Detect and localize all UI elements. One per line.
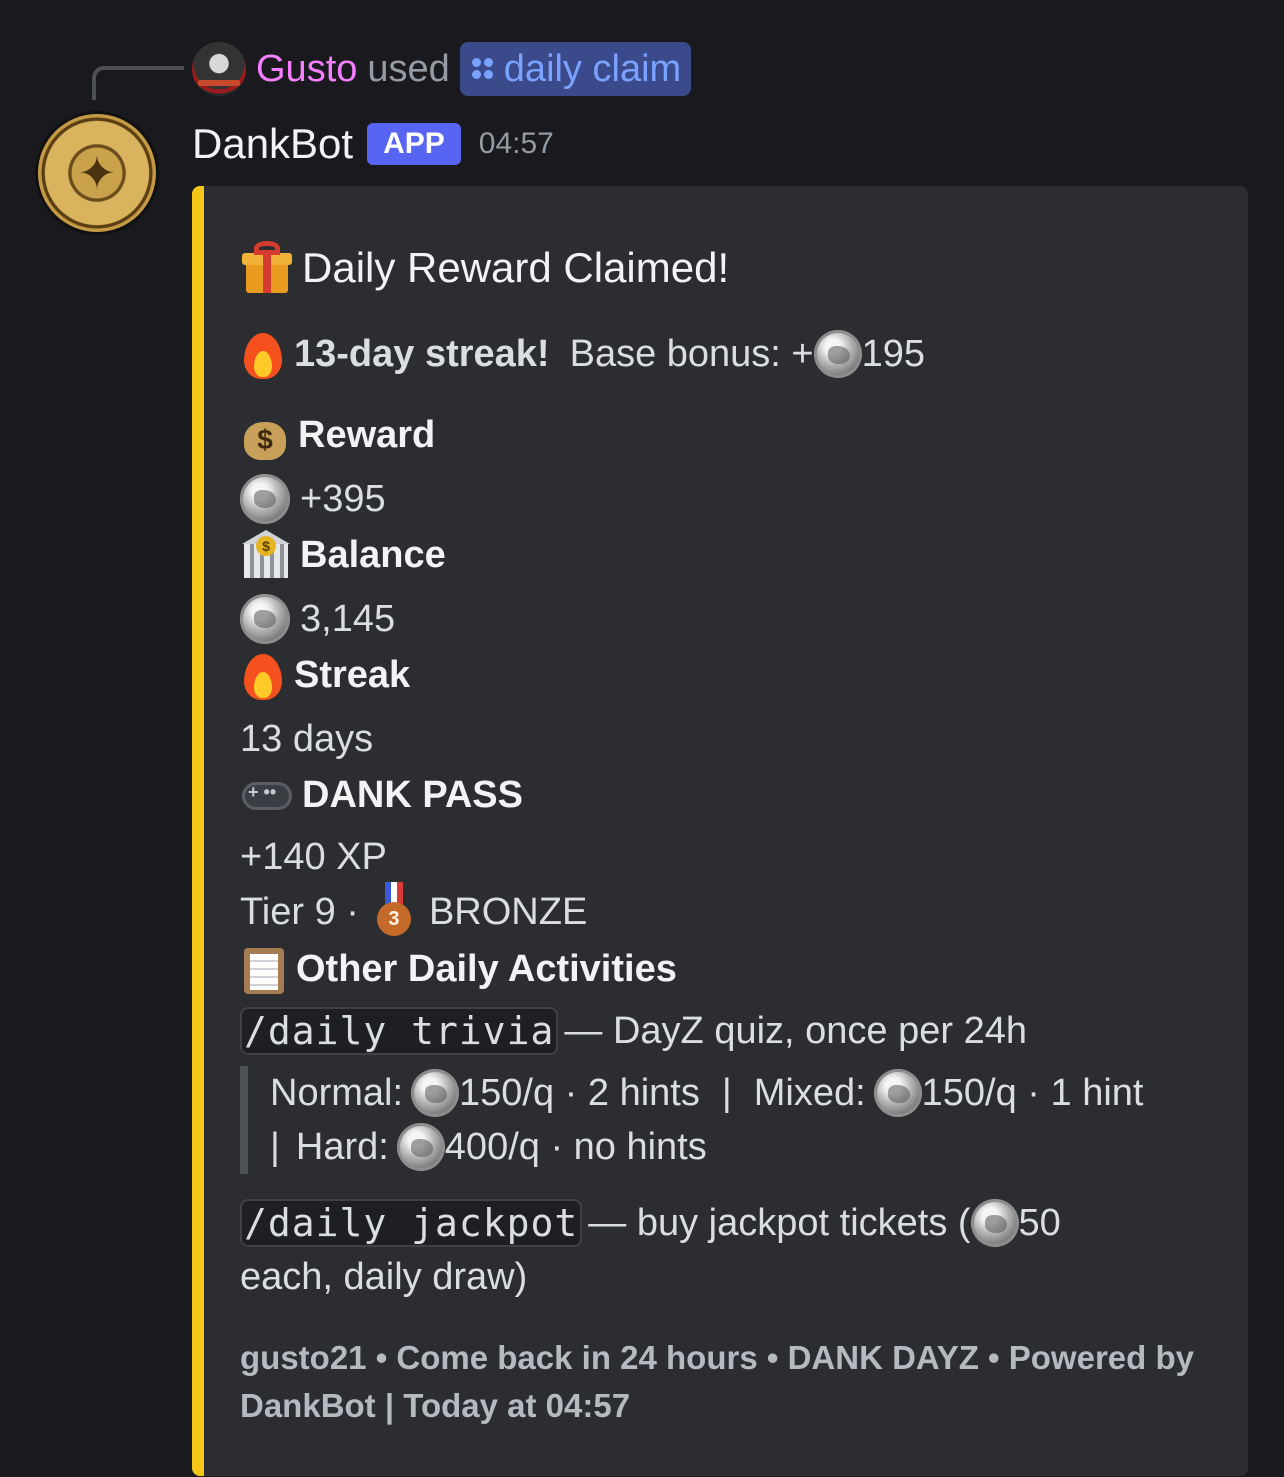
silver-coin-icon [813,330,862,378]
reward-field-name: Reward [298,413,436,456]
bot-avatar[interactable] [38,114,156,232]
embed-accent-bar [192,186,204,1476]
trivia-blockquote: Normal: 150/q · 2 hints | Mixed: 150/q ·… [240,1066,1200,1174]
reply-username[interactable]: Gusto [256,48,357,91]
pass-xp-row: +140 XP [240,830,387,884]
pass-tier-text: Tier 9 · [240,890,359,933]
reward-field-value: +395 [300,477,386,520]
jackpot-command-code[interactable]: /daily jackpot [240,1199,583,1247]
streak-summary-row: 13-day streak! Base bonus: + 195 [240,326,925,382]
game-controller-icon [240,768,294,822]
embed-title-row: Daily Reward Claimed! [240,240,729,296]
hard-label: Hard: [295,1125,389,1168]
embed-footer: gusto21 • Come back in 24 hours • DANK D… [240,1334,1200,1430]
embed-title: Daily Reward Claimed! [302,244,730,291]
command-icon [470,56,496,82]
activities-field-name-row: Other Daily Activities [240,942,677,996]
base-bonus-value: 195 [861,332,926,375]
gift-icon [240,241,294,295]
bank-icon: $ [240,528,292,582]
reward-field-name-row: Reward [240,408,435,462]
app-badge: APP [367,123,461,165]
bot-name[interactable]: DankBot [192,120,353,168]
silver-coin-icon [873,1069,922,1117]
balance-field-value: 3,145 [300,597,396,640]
fire-icon [240,327,286,381]
pass-xp-value: +140 XP [240,835,387,878]
base-bonus-label: Base bonus: + [569,332,814,375]
pass-field-name-row: DANK PASS [240,768,523,822]
mixed-label: Mixed: [753,1071,866,1114]
trivia-separator: | [721,1071,732,1114]
silver-coin-icon [411,1069,460,1117]
mixed-value: 150/q · 1 hint [921,1071,1144,1114]
clipboard-icon [240,942,288,996]
streak-field-name-row: Streak [240,648,410,702]
balance-field-name-row: $ Balance [240,528,446,582]
reply-connector-line [92,66,184,100]
jackpot-row: /daily jackpot — buy jackpot tickets ( 5… [240,1196,1061,1250]
footer-line-2: DankBot | Today at 04:57 [240,1387,631,1424]
reward-field-value-row: +395 [240,472,386,526]
pass-field-name: DANK PASS [302,773,523,816]
silver-coin-icon [240,474,290,524]
jackpot-row-continued: each, daily draw) [240,1250,527,1304]
trivia-quote-line-1: Normal: 150/q · 2 hints | Mixed: 150/q ·… [270,1066,1200,1120]
jackpot-price: 50 [1018,1201,1061,1244]
activities-field-name: Other Daily Activities [296,947,677,990]
bronze-medal-icon: 3 [371,882,417,942]
streak-bold-text: 13-day streak! [294,332,550,375]
slash-command-pill[interactable]: daily claim [459,42,692,96]
balance-field-value-row: 3,145 [240,592,395,646]
pass-rank-text: BRONZE [428,890,588,933]
slash-command-name: daily claim [503,47,682,90]
silver-coin-icon [396,1123,445,1171]
discord-message-view: Gusto used daily claim DankBot APP 04:57… [0,0,1284,1477]
reply-used-text: used [367,47,450,90]
balance-field-name: Balance [300,533,446,576]
reply-context[interactable]: Gusto used daily claim [192,42,692,96]
trivia-row: /daily trivia — DayZ quiz, once per 24h [240,1004,1027,1058]
money-bag-icon [240,408,290,462]
trivia-description: — DayZ quiz, once per 24h [564,1009,1027,1052]
streak-field-value-row: 13 days [240,712,373,766]
message-header: DankBot APP 04:57 [192,116,554,172]
silver-coin-icon [970,1199,1019,1247]
hard-value: 400/q · no hints [444,1125,707,1168]
silver-coin-icon [240,594,290,644]
normal-value: 150/q · 2 hints [459,1071,700,1114]
normal-label: Normal: [270,1071,404,1114]
pass-tier-row: Tier 9 · 3 BRONZE [240,882,587,942]
trivia-command-code[interactable]: /daily trivia [240,1007,559,1055]
trivia-separator: | [270,1125,280,1168]
jackpot-description: — buy jackpot tickets ( [588,1201,971,1244]
fire-icon [240,648,286,702]
trivia-quote-line-2: | Hard: 400/q · no hints [270,1120,1200,1174]
jackpot-description-end: each, daily draw) [240,1255,528,1298]
footer-line-1: gusto21 • Come back in 24 hours • DANK D… [240,1339,1194,1376]
reward-embed: Daily Reward Claimed! 13-day streak! Bas… [192,186,1248,1476]
streak-field-value: 13 days [240,717,374,760]
streak-field-name: Streak [294,653,411,696]
reply-user-avatar[interactable] [192,42,246,96]
message-timestamp[interactable]: 04:57 [479,127,554,161]
